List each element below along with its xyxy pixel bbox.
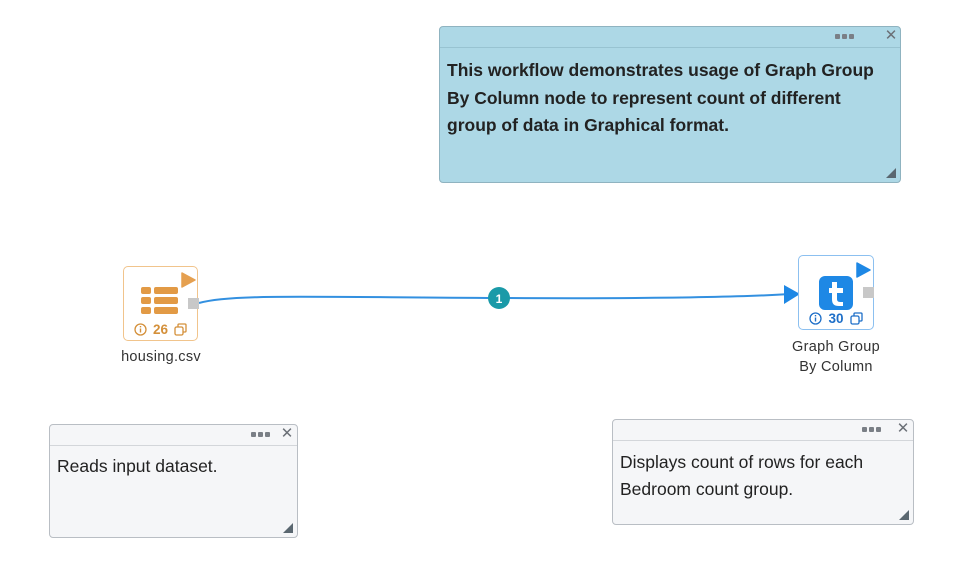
resize-handle-icon[interactable]	[886, 168, 896, 178]
info-icon[interactable]	[809, 312, 823, 325]
play-icon[interactable]	[855, 262, 871, 278]
note-header[interactable]: ✕	[50, 425, 297, 446]
node-count: 26	[152, 322, 169, 337]
copy-icon[interactable]	[174, 323, 187, 336]
reader-note[interactable]: ✕ Reads input dataset.	[49, 424, 298, 538]
grapher-note-text: Displays count of rows for each Bedroom …	[620, 452, 864, 499]
play-icon[interactable]	[180, 272, 196, 288]
resize-handle-icon[interactable]	[899, 510, 909, 520]
node-housing-csv[interactable]: 26	[123, 266, 198, 341]
output-port[interactable]	[863, 287, 874, 298]
node-label-line2: By Column	[799, 359, 873, 375]
more-options-icon[interactable]	[251, 429, 271, 439]
note-header[interactable]: ✕	[440, 27, 900, 48]
close-icon[interactable]: ✕	[280, 426, 294, 442]
node-footer: 30	[799, 311, 873, 326]
node-label-line1: Graph Group	[792, 339, 880, 355]
node-label[interactable]: housing.csv	[110, 347, 212, 367]
more-options-icon[interactable]	[835, 31, 855, 41]
grapher-note[interactable]: ✕ Displays count of rows for each Bedroo…	[612, 419, 914, 525]
more-options-icon[interactable]	[862, 424, 882, 434]
description-note-text: This workflow demonstrates usage of Grap…	[447, 60, 874, 135]
node-label[interactable]: Graph Group By Column	[776, 337, 896, 377]
connection-badge-label: 1	[496, 292, 503, 306]
description-note[interactable]: ✕ This workflow demonstrates usage of Gr…	[439, 26, 901, 183]
node-count: 30	[828, 311, 844, 326]
reader-note-text: Reads input dataset.	[57, 456, 218, 476]
note-header[interactable]: ✕	[613, 420, 913, 441]
close-icon[interactable]: ✕	[884, 28, 898, 44]
connection-badge[interactable]: 1	[488, 287, 510, 309]
info-icon[interactable]	[134, 323, 147, 336]
output-port[interactable]	[188, 298, 199, 309]
copy-icon[interactable]	[849, 312, 863, 325]
node-footer: 26	[124, 322, 197, 337]
close-icon[interactable]: ✕	[896, 421, 910, 437]
t-logo-icon	[819, 276, 853, 310]
resize-handle-icon[interactable]	[283, 523, 293, 533]
